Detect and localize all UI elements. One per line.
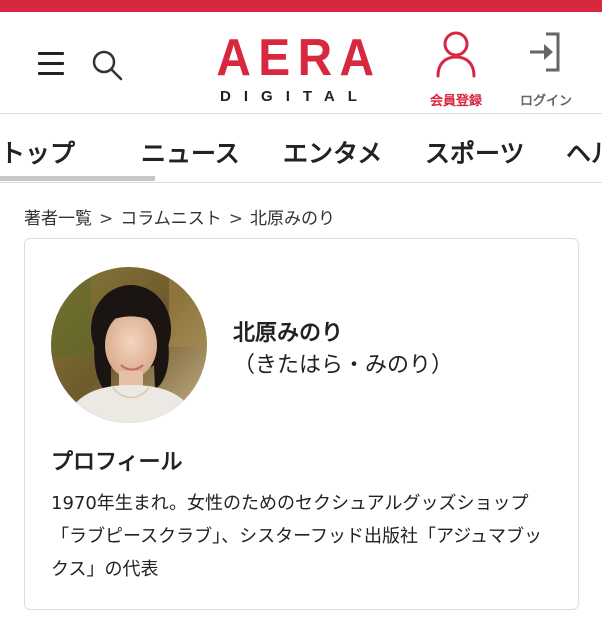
menu-icon-line (38, 62, 64, 65)
breadcrumb-item-current: 北原みのり (250, 209, 335, 229)
breadcrumb-separator: > (228, 209, 243, 229)
category-tabs: トップ ニュース エンタメ スポーツ ヘル (0, 115, 602, 183)
user-icon (436, 31, 476, 78)
search-button[interactable] (90, 48, 126, 84)
breadcrumb-item-columnists[interactable]: コラムニスト (120, 209, 222, 229)
tab-entertainment[interactable]: エンタメ (283, 134, 382, 170)
menu-button[interactable] (38, 52, 66, 76)
login-arrow-icon (530, 32, 560, 72)
author-name: 北原みのり (233, 321, 344, 346)
author-avatar (51, 267, 207, 423)
login-label: ログイン (519, 94, 572, 109)
author-profile-card: 北原みのり （きたはら・みのり） プロフィール 1970年生まれ。女性のためのセ… (24, 238, 579, 610)
breadcrumb: 著者一覧 > コラムニスト > 北原みのり (24, 204, 335, 229)
tab-top[interactable]: トップ (0, 134, 75, 170)
aera-digital-logo[interactable]: AERA DIGITAL (210, 29, 382, 114)
menu-icon-line (38, 72, 64, 75)
tab-news[interactable]: ニュース (141, 134, 240, 170)
register-label: 会員登録 (429, 94, 482, 109)
breadcrumb-item-authors[interactable]: 著者一覧 (24, 209, 92, 229)
menu-icon-line (38, 52, 64, 55)
profile-text: 1970年生まれ。女性のためのセクシュアルグッズショップ「ラブピースクラブ」、シ… (51, 493, 543, 580)
logo-main-text: AERA (216, 29, 382, 87)
logo-sub-text: DIGITAL (220, 88, 370, 105)
register-button[interactable]: 会員登録 (418, 28, 494, 112)
top-accent-strip (0, 0, 602, 12)
profile-heading: プロフィール (51, 450, 183, 475)
tab-health[interactable]: ヘル (566, 134, 602, 170)
search-icon (92, 50, 123, 81)
breadcrumb-separator: > (99, 209, 114, 229)
site-header: AERA DIGITAL 会員登録 ログイン (0, 12, 602, 114)
tab-sports[interactable]: スポーツ (425, 134, 525, 170)
author-name-reading: （きたはら・みのり） (233, 353, 454, 378)
login-button[interactable]: ログイン (508, 28, 584, 112)
active-tab-indicator (0, 176, 155, 181)
